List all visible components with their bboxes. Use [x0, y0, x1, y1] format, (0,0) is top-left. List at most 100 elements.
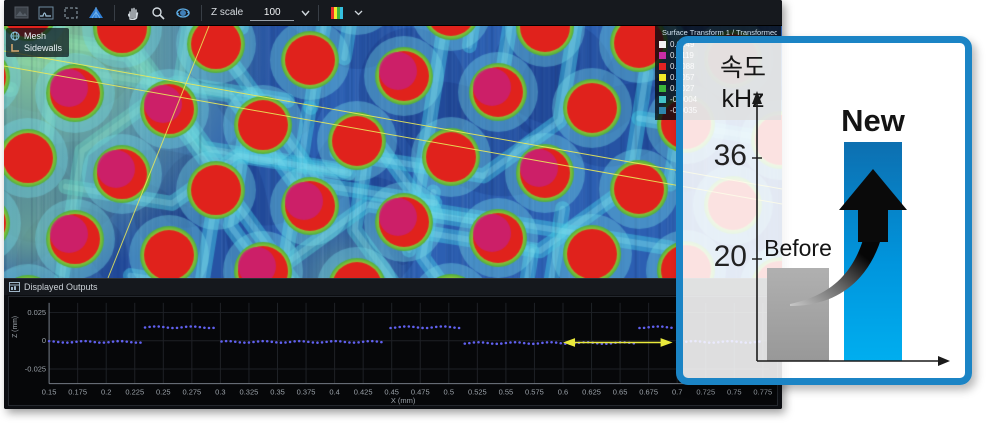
profile-point [376, 340, 379, 343]
profile-point [477, 341, 480, 344]
profile-point [362, 341, 365, 344]
profile-point [212, 327, 215, 330]
profile-point [666, 326, 669, 329]
profile-point [312, 341, 315, 344]
x-tick-label: 0.475 [411, 387, 430, 396]
profile-point [52, 340, 55, 343]
profile-point [527, 342, 530, 345]
profile-point [157, 325, 160, 328]
profile-point [491, 342, 494, 345]
image-thumbnail-icon[interactable] [10, 3, 32, 23]
rotate-3d-icon[interactable] [172, 3, 194, 23]
range-arrow-head-left[interactable] [563, 338, 575, 347]
profile-point [458, 327, 461, 330]
profile-point [135, 341, 138, 344]
x-tick-label: 0.15 [42, 387, 57, 396]
profile-point [453, 326, 456, 329]
legend-color-swatch [659, 107, 666, 114]
displayed-outputs-header[interactable]: Displayed Outputs [4, 279, 782, 295]
x-tick-label: 0.325 [240, 387, 259, 396]
profile-point [523, 342, 526, 345]
profile-point [652, 325, 655, 328]
profile-plot-icon[interactable] [35, 3, 57, 23]
z-scale-input[interactable]: 100 [250, 5, 294, 21]
profile-point [62, 341, 65, 344]
mesh-3d-view-icon[interactable] [85, 3, 107, 23]
profile-point [194, 325, 197, 328]
displayed-outputs-panel: Displayed Outputs 0.0250-0.0250.150.1750… [4, 278, 782, 409]
profile-point [199, 326, 202, 329]
zoom-magnifier-icon[interactable] [147, 3, 169, 23]
profile-point [302, 340, 305, 343]
profile-point [239, 341, 242, 344]
profile-point [417, 326, 420, 329]
legend-color-swatch [659, 41, 666, 48]
profile-point [403, 325, 406, 328]
profile-point [112, 340, 115, 343]
profile-point [463, 342, 466, 345]
profile-point [75, 340, 78, 343]
x-tick-label: 0.275 [182, 387, 201, 396]
profile-point [185, 326, 188, 329]
legend-color-swatch [659, 74, 666, 81]
range-arrow-head-right[interactable] [661, 338, 673, 347]
palette-dropdown-chevron-icon[interactable] [354, 9, 363, 16]
y-axis-label: Z (mm) [12, 316, 19, 338]
profile-point [220, 340, 223, 343]
profile-point [280, 341, 283, 344]
color-palette-icon[interactable] [326, 3, 348, 23]
profile-point [647, 326, 650, 329]
mesh-label: Mesh [24, 30, 46, 42]
profile-point [334, 340, 337, 343]
profile-plot-svg: 0.0250-0.0250.150.1750.20.2250.250.2750.… [9, 297, 777, 405]
profile-point [435, 326, 438, 329]
outputs-panel-title: Displayed Outputs [24, 282, 98, 292]
profile-point [661, 325, 664, 328]
x-tick-label: 0.7 [672, 387, 682, 396]
x-tick-label: 0.2 [101, 387, 111, 396]
surface-heatmap-view[interactable]: Mesh Sidewalls Surface Transform 1 / Tra… [4, 26, 782, 278]
x-tick-label: 0.45 [384, 387, 399, 396]
pan-hand-icon[interactable] [122, 3, 144, 23]
profile-point [330, 340, 333, 343]
x-tick-label: 0.625 [582, 387, 601, 396]
profile-point [412, 326, 415, 329]
x-tick-label: 0.4 [329, 387, 339, 396]
z-scale-dropdown-chevron-icon[interactable] [300, 9, 311, 17]
x-tick-label: 0.55 [499, 387, 514, 396]
profile-point [80, 340, 83, 343]
x-tick-label: 0.65 [613, 387, 628, 396]
profile-point [298, 340, 301, 343]
x-tick-label: 0.575 [525, 387, 544, 396]
profile-point [98, 341, 101, 344]
profile-point [541, 342, 544, 345]
profile-point [225, 340, 228, 343]
profile-point [348, 341, 351, 344]
profile-point [167, 326, 170, 329]
profile-point [495, 343, 498, 346]
legend-color-swatch [659, 63, 666, 70]
x-tick-label: 0.675 [639, 387, 658, 396]
profile-point [153, 325, 156, 328]
sidewalls-icon [10, 43, 20, 53]
profile-point [357, 341, 360, 344]
main-toolbar: Z scale 100 [4, 0, 782, 26]
profile-point [130, 341, 133, 344]
profile-point [208, 327, 211, 330]
profile-point [48, 340, 51, 343]
profile-point [252, 341, 255, 344]
profile-point [203, 326, 206, 329]
profile-point [316, 341, 319, 344]
profile-point [514, 341, 517, 344]
outputs-panel-icon [9, 282, 20, 292]
sidewalls-toggle[interactable]: Sidewalls [10, 42, 62, 54]
mesh-toggle[interactable]: Mesh [10, 30, 62, 42]
x-tick-label: 0.75 [727, 387, 742, 396]
profile-point [270, 341, 273, 344]
profile-point [380, 341, 383, 344]
profile-point [371, 340, 374, 343]
rectangle-select-icon[interactable] [60, 3, 82, 23]
profile-point [482, 341, 485, 344]
profile-point [121, 340, 124, 343]
x-tick-label: 0.375 [297, 387, 316, 396]
